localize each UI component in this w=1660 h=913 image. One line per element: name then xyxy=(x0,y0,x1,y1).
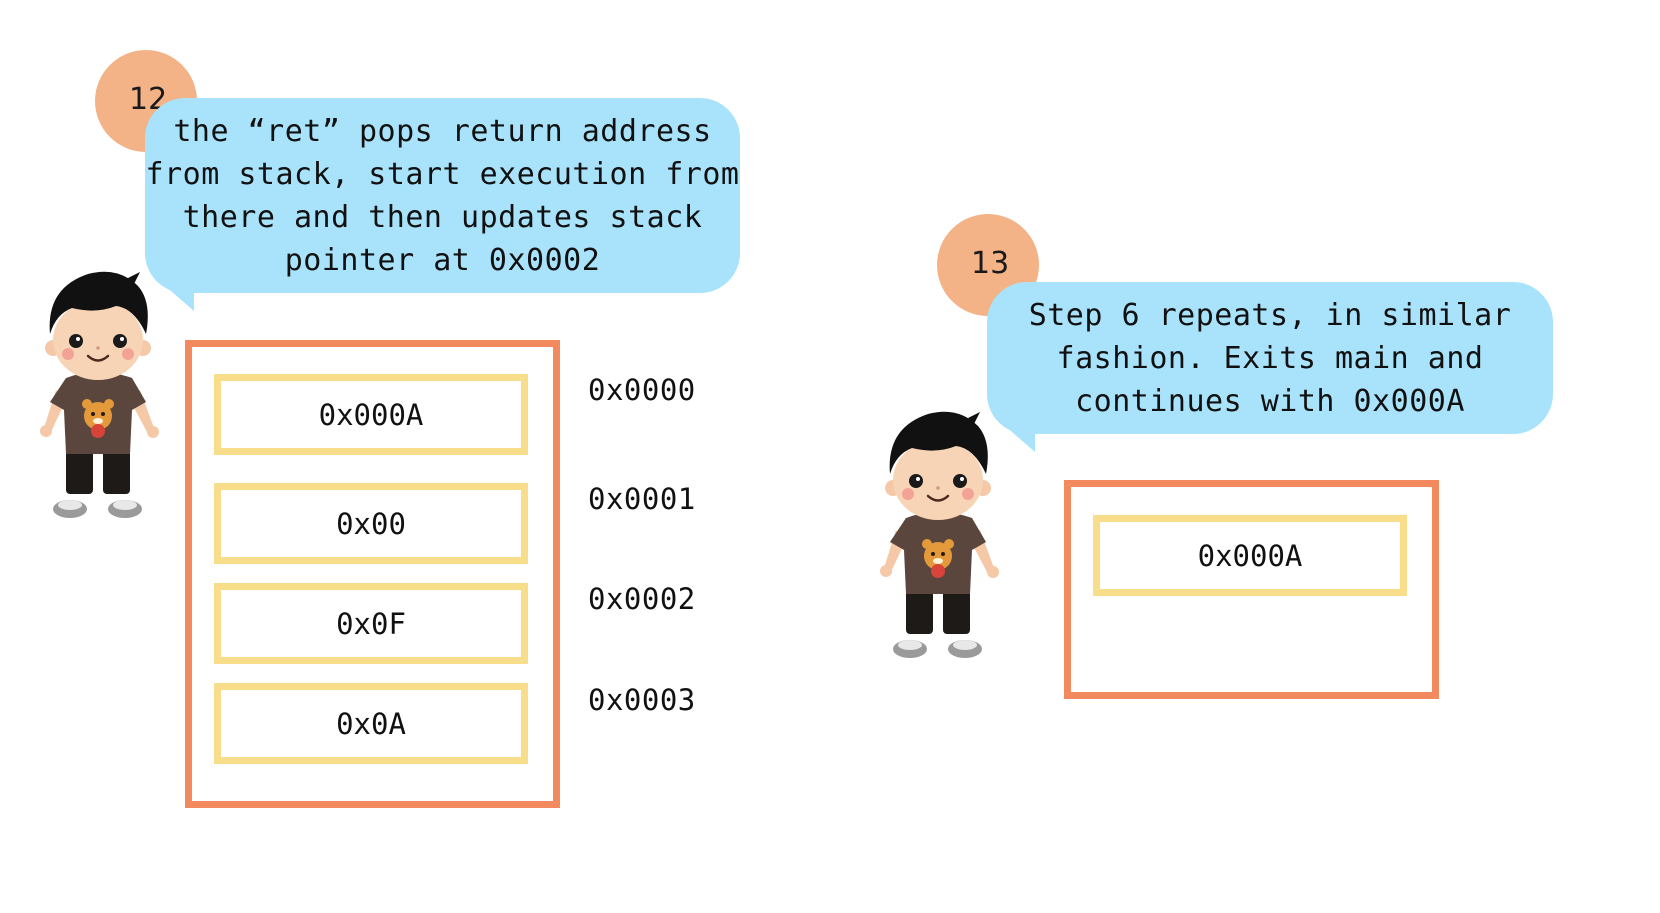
stack-cell: 0x0A xyxy=(214,683,528,764)
right-bubble-line: Step 6 repeats, in similar xyxy=(1028,297,1512,333)
stack-address: 0x0002 xyxy=(588,582,696,616)
right-speech-bubble: Step 6 repeats, in similar fashion. Exit… xyxy=(987,282,1553,434)
stack-address: 0x0003 xyxy=(588,683,696,717)
stack-cell-value: 0x000A xyxy=(1197,538,1303,573)
right-step-number: 13 xyxy=(971,246,1010,281)
stack-cell: 0x000A xyxy=(1093,515,1407,596)
stack-address: 0x0001 xyxy=(588,482,696,516)
stack-cell: 0x00 xyxy=(214,483,528,564)
left-speech-bubble: the “ret” pops return address from stack… xyxy=(145,98,740,293)
stack-cell-value: 0x00 xyxy=(336,506,406,541)
stack-cell: 0x0F xyxy=(214,583,528,664)
left-bubble-line: from stack, start execution from xyxy=(145,156,740,192)
stack-cell-value: 0x0F xyxy=(336,606,406,641)
left-bubble-line: pointer at 0x0002 xyxy=(284,242,601,278)
right-bubble-tail xyxy=(1005,426,1035,452)
stack-cell-value: 0x0A xyxy=(336,706,406,741)
left-bubble-line: there and then updates stack xyxy=(182,199,703,235)
left-bubble-tail xyxy=(164,285,194,311)
stack-address: 0x0000 xyxy=(588,373,696,407)
character-icon xyxy=(36,268,166,523)
right-bubble-line: continues with 0x000A xyxy=(1075,383,1465,419)
left-bubble-line: the “ret” pops return address xyxy=(173,113,712,149)
right-bubble-text: Step 6 repeats, in similar fashion. Exit… xyxy=(1029,294,1512,423)
character-icon xyxy=(876,408,1006,663)
stack-cell-value: 0x000A xyxy=(318,397,424,432)
right-bubble-line: fashion. Exits main and xyxy=(1056,340,1484,376)
stack-cell: 0x000A xyxy=(214,374,528,455)
left-bubble-text: the “ret” pops return address from stack… xyxy=(146,110,740,282)
